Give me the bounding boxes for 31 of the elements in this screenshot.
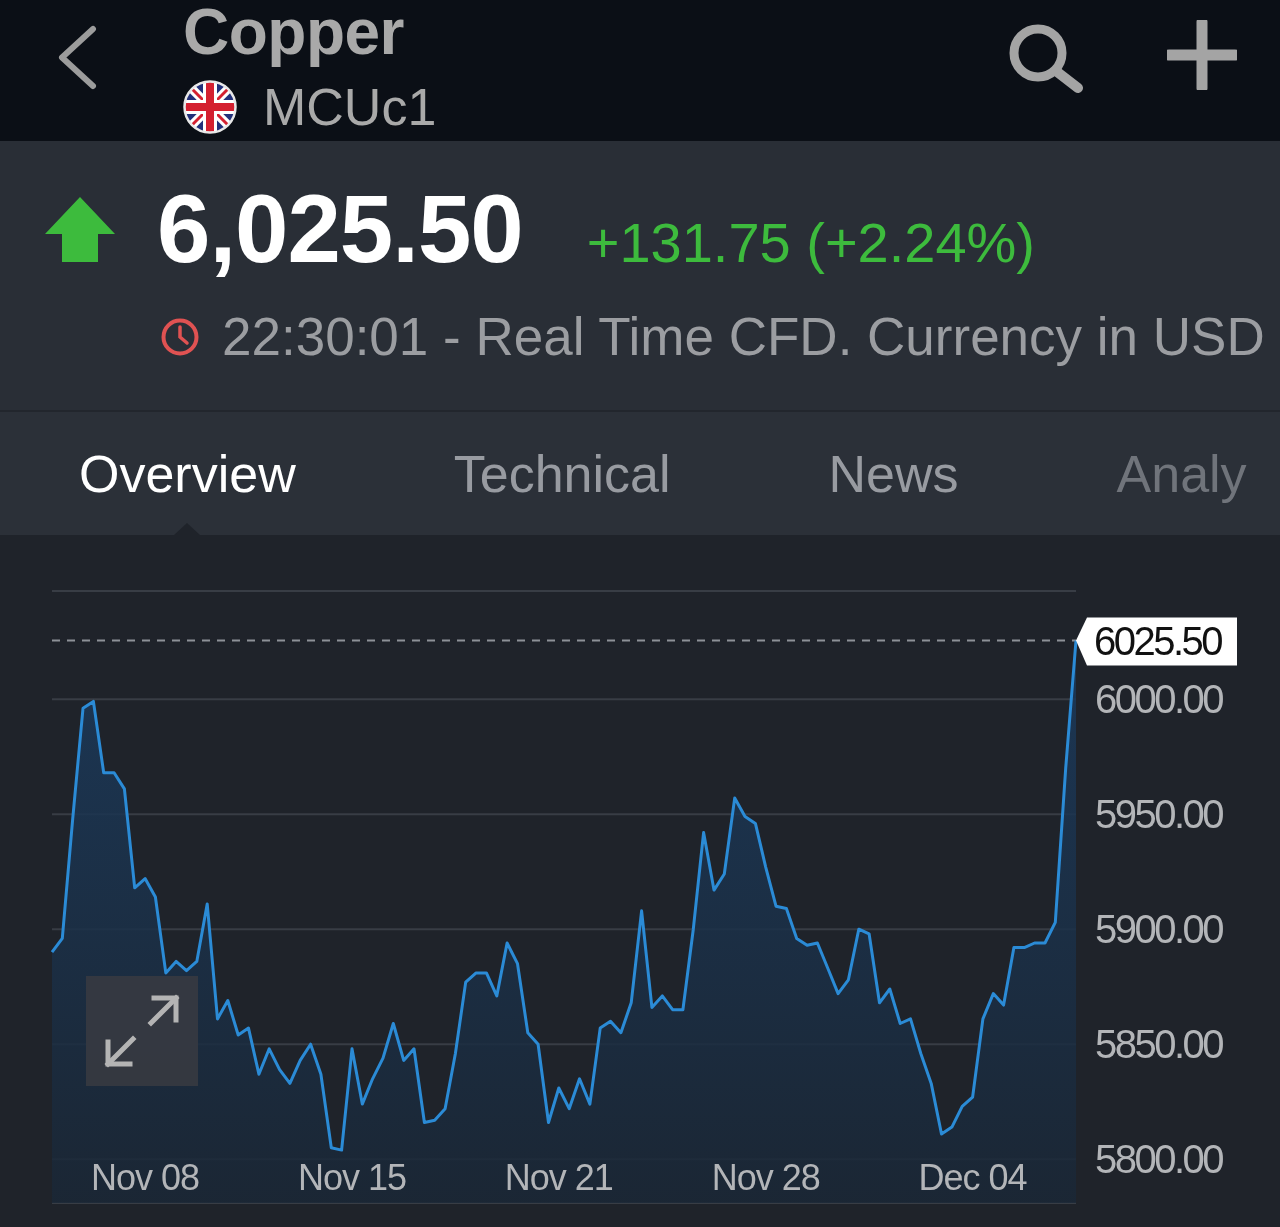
tab[interactable]: Overview xyxy=(0,412,375,535)
instrument-title: Copper xyxy=(183,0,405,68)
tab[interactable]: Technical xyxy=(374,412,750,535)
x-axis-label: Nov 15 xyxy=(297,1157,406,1198)
search-icon xyxy=(1008,24,1084,94)
expand-button[interactable] xyxy=(86,976,198,1086)
x-axis-label: Nov 08 xyxy=(91,1157,200,1198)
y-axis-label: 6000.00 xyxy=(1095,677,1223,722)
tab[interactable]: News xyxy=(749,412,1038,535)
current-price-tag: 6025.50 xyxy=(1076,617,1237,666)
y-axis-label: 5850.00 xyxy=(1095,1022,1223,1067)
search-button[interactable] xyxy=(1008,24,1084,94)
ref-line-label: 6025.50 xyxy=(1094,619,1223,664)
y-axis-label: 5950.00 xyxy=(1095,792,1223,837)
back-button[interactable] xyxy=(57,25,97,90)
x-axis-label: Nov 28 xyxy=(711,1157,820,1198)
quote-timestamp: 22:30:01 - Real Time CFD. Currency in USD xyxy=(222,307,1265,367)
instrument-symbol: MCUc1 xyxy=(263,78,437,136)
clock-icon xyxy=(160,317,200,357)
price-change: +131.75 (+2.24%) xyxy=(586,213,1035,273)
add-button[interactable] xyxy=(1167,20,1237,90)
tab[interactable]: Analy xyxy=(1037,412,1247,535)
y-axis-label: 5900.00 xyxy=(1095,907,1223,952)
x-axis-label: Nov 21 xyxy=(504,1157,613,1198)
flag-icon xyxy=(183,80,237,134)
back-icon xyxy=(57,25,97,90)
y-axis-label: 5800.00 xyxy=(1095,1137,1223,1182)
x-axis-label: Dec 04 xyxy=(918,1157,1027,1198)
price-value: 6,025.50 xyxy=(157,179,523,279)
plus-icon xyxy=(1167,20,1237,90)
expand-icon xyxy=(104,994,180,1068)
